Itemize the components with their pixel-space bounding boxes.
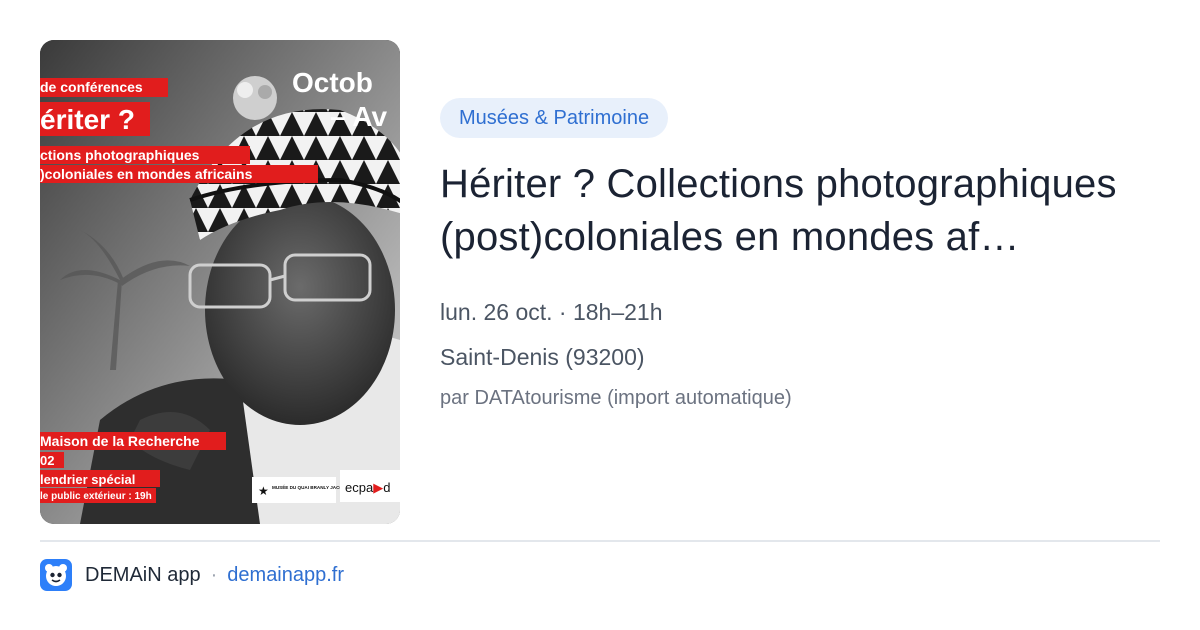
event-title[interactable]: Hériter ? Collections photographiques (p… xyxy=(440,158,1140,264)
event-source: par DATAtourisme (import automatique) xyxy=(440,387,792,409)
poster-subtitle-line1: ctions photographiques xyxy=(40,147,200,163)
footer: DEMAiN app · demainapp.fr xyxy=(40,558,344,592)
category-badge[interactable]: Musées & Patrimoine xyxy=(440,98,669,138)
poster-venue-line4: le public extérieur : 19h xyxy=(40,491,152,502)
poster-venue-line1: Maison de la Recherche xyxy=(40,433,200,449)
poster-logo-ecpad: ecpa▶d xyxy=(345,480,390,495)
star-icon: ★ xyxy=(258,484,269,498)
event-image[interactable]: de conférences ériter ? ctions photograp… xyxy=(40,40,400,524)
poster-title: ériter ? xyxy=(40,104,135,135)
event-location: Saint-Denis (93200) xyxy=(440,344,645,370)
poster-subtitle-line2: )coloniales en mondes africains xyxy=(40,166,253,182)
app-url-link[interactable]: demainapp.fr xyxy=(227,564,344,587)
footer-separator: · xyxy=(210,563,218,586)
poster-venue-line2: 02 xyxy=(40,453,54,468)
footer-divider xyxy=(40,540,1160,542)
poster-dates-line2: – Av xyxy=(330,101,387,132)
app-mascot-icon[interactable] xyxy=(40,559,72,591)
poster-dates-line1: Octob xyxy=(292,67,373,98)
poster-venue-line3: lendrier spécial xyxy=(40,472,135,487)
app-name: DEMAiN app xyxy=(85,563,201,586)
poster-series: de conférences xyxy=(40,79,143,95)
event-details: Musées & Patrimoine Hériter ? Collection… xyxy=(440,98,1140,411)
event-date: lun. 26 oct. · 18h–21h xyxy=(440,299,663,325)
